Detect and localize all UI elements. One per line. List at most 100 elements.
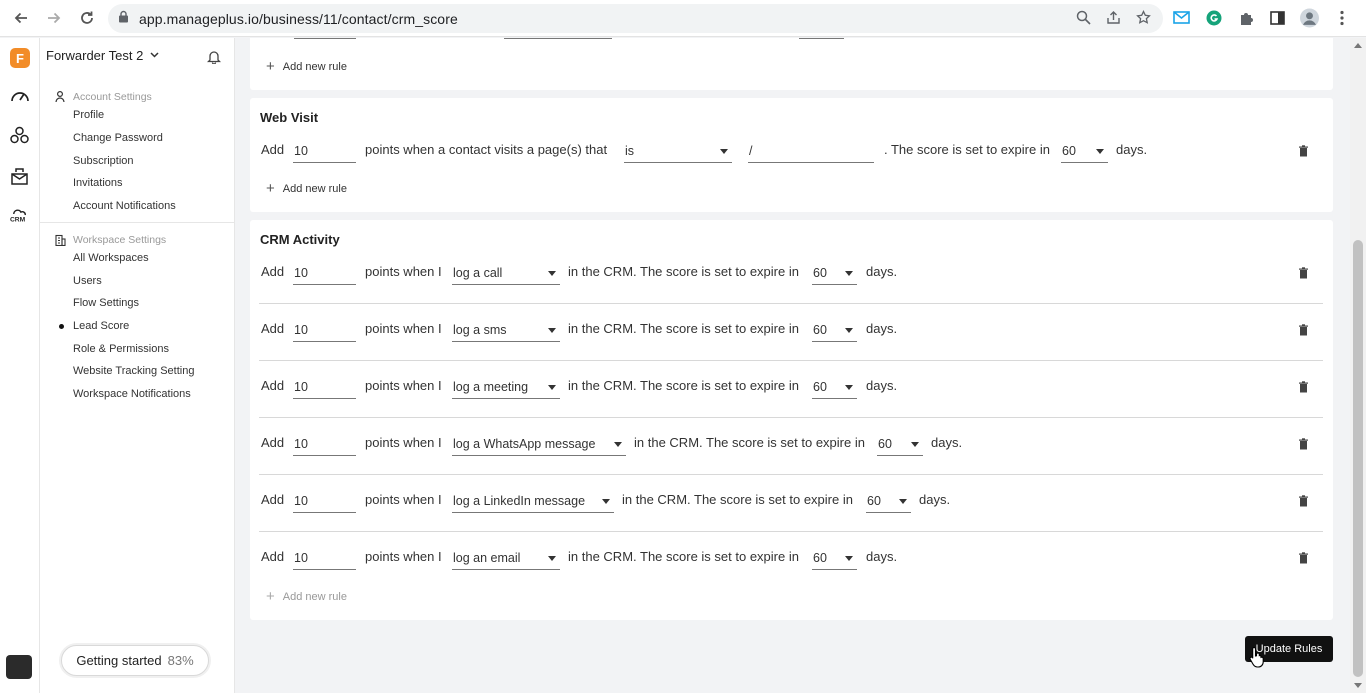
address-bar[interactable]: app.manageplus.io/business/11/contact/cr… <box>108 4 1163 33</box>
add-new-rule-button[interactable]: + Add new rule <box>266 588 347 605</box>
sidebar-item-subscription[interactable]: Subscription <box>73 155 134 167</box>
points-input[interactable]: 10 <box>293 139 356 163</box>
expire-days-select[interactable]: 60 <box>877 432 923 456</box>
points-input[interactable]: 10 <box>293 546 356 570</box>
points-input[interactable]: 10 <box>293 261 356 285</box>
crm-rule-row: Add 10 points when I log a meeting in th… <box>259 375 1324 435</box>
points-when-text: points when I <box>365 264 442 279</box>
crm-rule-row: Add 10 points when I log a sms in the CR… <box>259 318 1324 378</box>
points-when-text: points when I <box>365 321 442 336</box>
sidebar-item-workspace-notifications[interactable]: Workspace Notifications <box>73 388 191 400</box>
workspace-switcher[interactable]: Forwarder Test 2 <box>38 48 228 63</box>
activity-select[interactable]: log an email <box>452 546 560 570</box>
sidebar-item-profile[interactable]: Profile <box>73 109 104 121</box>
trash-icon[interactable] <box>1298 494 1309 507</box>
reload-icon[interactable] <box>75 6 99 30</box>
add-new-rule-button[interactable]: + Add new rule <box>266 180 347 197</box>
add-new-rule-button[interactable]: + Add new rule <box>266 58 347 75</box>
caret-down-icon <box>845 556 853 561</box>
days-label: days. <box>866 264 898 279</box>
sidebar-item-role-permissions[interactable]: Role & Permissions <box>73 343 169 355</box>
building-icon <box>54 234 66 246</box>
sidebar-item-invitations[interactable]: Invitations <box>73 177 123 189</box>
row-divider <box>259 360 1323 361</box>
sidebar-item-account-notifications[interactable]: Account Notifications <box>73 200 176 212</box>
activity-select[interactable]: log a sms <box>452 318 560 342</box>
days-label: days. <box>931 435 963 450</box>
crm-rule-row: Add 10 points when I log an email in the… <box>260 549 1324 606</box>
web-visit-title: Web Visit <box>260 110 319 125</box>
points-input[interactable]: 10 <box>293 432 356 456</box>
mail-extension-icon[interactable] <box>1172 8 1191 27</box>
side-panel-icon[interactable] <box>1268 8 1287 27</box>
sidebar-item-users[interactable]: Users <box>73 275 102 287</box>
days-label: days. <box>919 492 951 507</box>
caret-down-icon <box>548 385 556 390</box>
plus-icon: + <box>266 58 275 75</box>
trash-icon[interactable] <box>1298 380 1309 393</box>
points-input[interactable]: 10 <box>293 489 356 513</box>
notification-bell-icon[interactable] <box>206 49 222 69</box>
scrollbar-thumb[interactable] <box>1353 240 1363 677</box>
getting-started-button[interactable]: Getting started 83% <box>61 645 209 676</box>
activity-select[interactable]: log a LinkedIn message <box>452 489 614 513</box>
activity-select[interactable]: log a meeting <box>452 375 560 399</box>
expire-days-select[interactable]: 60 <box>812 375 857 399</box>
trash-icon[interactable] <box>1298 437 1309 450</box>
crm-icon[interactable]: CRM <box>9 204 30 225</box>
caret-down-icon <box>602 499 610 504</box>
activity-select[interactable]: log a WhatsApp message <box>452 432 626 456</box>
expire-text: in the CRM. The score is set to expire i… <box>568 264 799 279</box>
brand-switcher[interactable]: F <box>10 47 30 69</box>
caret-down-icon <box>548 556 556 561</box>
dashboard-gauge-icon[interactable] <box>9 84 30 105</box>
expire-days-select[interactable]: 60 <box>866 489 911 513</box>
sidebar-item-flow-settings[interactable]: Flow Settings <box>73 297 139 309</box>
browser-menu-icon[interactable] <box>1332 8 1351 27</box>
scroll-down-icon[interactable] <box>1354 683 1362 688</box>
trash-icon[interactable] <box>1298 323 1309 336</box>
sidebar-item-website-tracking-setting[interactable]: Website Tracking Setting <box>73 365 194 377</box>
extensions-puzzle-icon[interactable] <box>1236 8 1255 27</box>
sidebar-item-all-workspaces[interactable]: All Workspaces <box>73 252 149 264</box>
web-visit-card: Web Visit Add 10 points when a contact v… <box>250 98 1333 212</box>
sidebar-item-change-password[interactable]: Change Password <box>73 132 163 144</box>
integrations-icon[interactable] <box>9 124 30 145</box>
operator-select[interactable]: is <box>624 139 732 163</box>
scroll-up-icon[interactable] <box>1354 43 1362 48</box>
workspace-name: Forwarder Test 2 <box>46 48 144 63</box>
points-input[interactable]: 10 <box>293 375 356 399</box>
expire-days-select[interactable]: 60 <box>1061 139 1108 163</box>
sidebar-item-lead-score[interactable]: Lead Score <box>58 320 129 332</box>
trash-icon[interactable] <box>1298 144 1309 157</box>
browser-toolbar: app.manageplus.io/business/11/contact/cr… <box>0 0 1366 37</box>
user-avatar[interactable] <box>6 655 32 679</box>
profile-avatar[interactable] <box>1300 8 1319 27</box>
lead-score-content: + Add new rule Web Visit Add 10 points w… <box>235 38 1350 693</box>
add-label: Add <box>261 321 285 336</box>
page-scrollbar[interactable] <box>1350 38 1366 693</box>
trash-icon[interactable] <box>1298 551 1309 564</box>
expire-text: in the CRM. The score is set to expire i… <box>622 492 853 507</box>
zoom-icon[interactable] <box>1076 10 1091 30</box>
points-input[interactable]: 10 <box>293 318 356 342</box>
caret-down-icon <box>845 385 853 390</box>
page-path-input[interactable]: / <box>748 139 874 163</box>
trash-icon[interactable] <box>1298 266 1309 279</box>
back-icon[interactable] <box>9 6 33 30</box>
expire-days-select[interactable]: 60 <box>812 318 857 342</box>
add-label: Add <box>261 492 285 507</box>
forward-icon[interactable] <box>42 6 66 30</box>
add-label: Add <box>261 435 285 450</box>
expire-days-select[interactable]: 60 <box>812 546 857 570</box>
campaigns-mail-icon[interactable] <box>9 165 30 186</box>
share-icon[interactable] <box>1106 10 1121 30</box>
grammarly-icon[interactable] <box>1204 8 1223 27</box>
bookmark-star-icon[interactable] <box>1136 9 1151 30</box>
lock-icon <box>118 10 129 28</box>
activity-select[interactable]: log a call <box>452 261 560 285</box>
expire-text: in the CRM. The score is set to expire i… <box>568 549 799 564</box>
plus-icon: + <box>266 588 275 605</box>
expire-days-select[interactable]: 60 <box>812 261 857 285</box>
caret-down-icon <box>1096 149 1104 154</box>
